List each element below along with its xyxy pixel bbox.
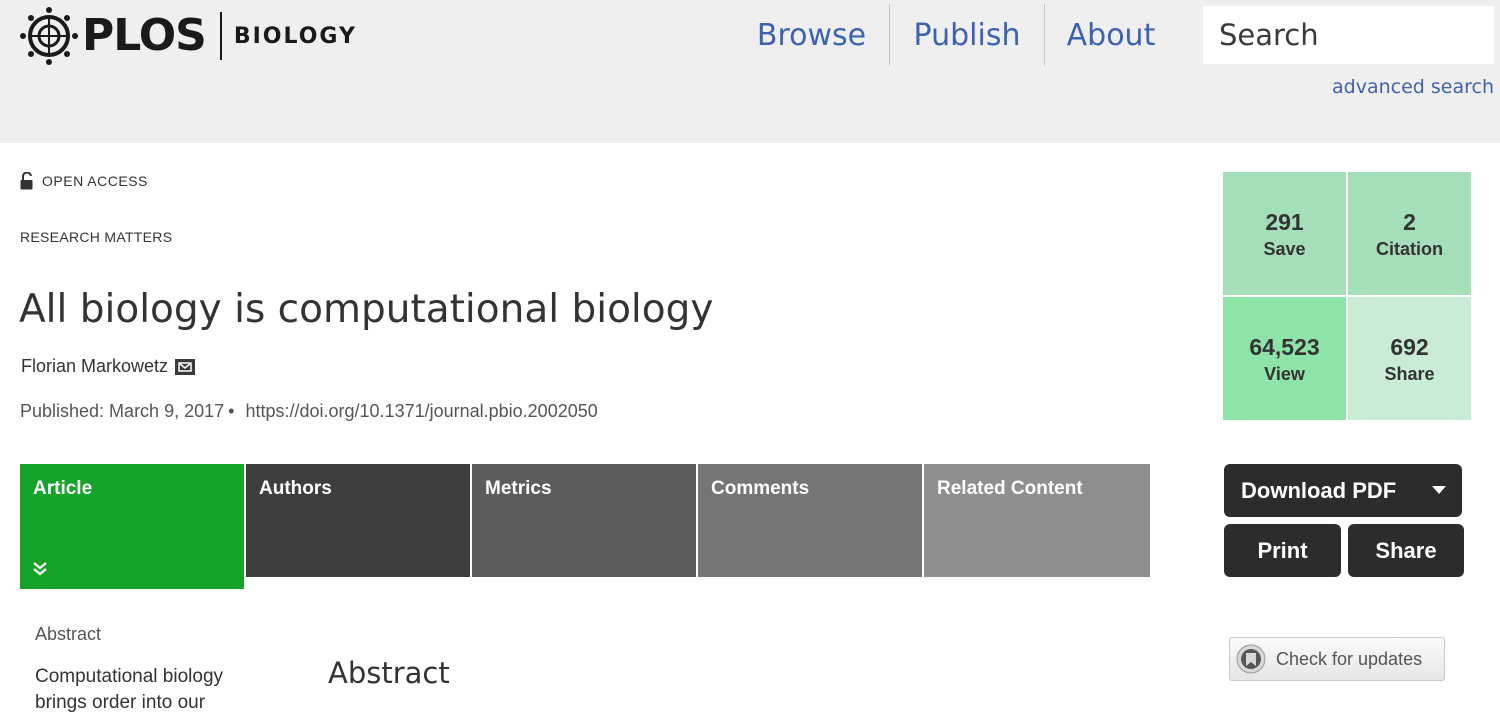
metric-share-label: Share (1384, 363, 1435, 384)
share-button[interactable]: Share (1348, 524, 1464, 577)
nav-about[interactable]: About (1045, 4, 1177, 66)
download-pdf-label: Download PDF (1241, 477, 1397, 503)
nav-publish[interactable]: Publish (890, 4, 1044, 66)
logo-text: PLOS (82, 10, 207, 61)
author-name[interactable]: Florian Markowetz (21, 356, 168, 377)
site-header: PLOS BIOLOGY Browse Publish About advanc… (0, 0, 1500, 143)
unlocked-lock-icon (20, 172, 33, 190)
tab-metrics[interactable]: Metrics (472, 464, 698, 577)
metric-save-value: 291 (1265, 208, 1304, 235)
tab-metrics-label: Metrics (485, 478, 552, 499)
metric-view-label: View (1264, 363, 1305, 384)
metric-citation[interactable]: 2 Citation (1348, 172, 1471, 295)
metric-citation-value: 2 (1403, 208, 1416, 235)
separator-bullet: • (228, 401, 235, 421)
download-pdf-button[interactable]: Download PDF (1224, 464, 1462, 517)
double-chevron-down-icon (33, 562, 47, 576)
abstract-heading: Abstract (328, 656, 450, 690)
metric-share-value: 692 (1390, 333, 1429, 360)
plos-logo[interactable]: PLOS BIOLOGY (18, 4, 357, 68)
check-for-updates-label: Check for updates (1276, 648, 1423, 669)
metric-view[interactable]: 64,523 View (1223, 297, 1346, 420)
search-input[interactable] (1203, 9, 1500, 61)
toc-abstract-link[interactable]: Abstract (35, 624, 101, 645)
main-nav: Browse Publish About (734, 4, 1177, 66)
article-title: All biology is computational biology (19, 287, 714, 332)
doi-link[interactable]: https://doi.org/10.1371/journal.pbio.200… (245, 401, 597, 421)
tab-related-content[interactable]: Related Content (924, 464, 1150, 577)
metric-save-label: Save (1263, 238, 1306, 259)
toc-snippet-link[interactable]: Computational biology brings order into … (35, 664, 255, 716)
caret-down-icon[interactable] (1432, 486, 1446, 495)
article-type: RESEARCH MATTERS (20, 229, 173, 245)
tab-authors[interactable]: Authors (246, 464, 472, 577)
open-access-badge: OPEN ACCESS (20, 172, 148, 190)
publication-info: Published: March 9, 2017 • https://doi.or… (20, 401, 598, 422)
advanced-search-link[interactable]: advanced search (1332, 76, 1494, 98)
tab-article[interactable]: Article (20, 464, 246, 589)
email-icon[interactable] (174, 358, 196, 376)
tab-related-content-label: Related Content (937, 478, 1083, 499)
metric-share[interactable]: 692 Share (1348, 297, 1471, 420)
tab-authors-label: Authors (259, 478, 332, 499)
journal-name: BIOLOGY (233, 23, 357, 49)
check-for-updates-button[interactable]: Check for updates (1229, 637, 1445, 681)
author-line: Florian Markowetz (21, 356, 196, 377)
tab-comments-label: Comments (711, 478, 810, 499)
article-tabs: Article Authors Metrics Comments Related… (20, 464, 1150, 589)
crossmark-icon (1236, 644, 1266, 674)
published-date: Published: March 9, 2017 (20, 401, 225, 421)
plos-logo-icon (20, 7, 78, 65)
metric-view-value: 64,523 (1249, 333, 1320, 360)
search-box (1203, 6, 1500, 64)
article-metrics: 291 Save 2 Citation 64,523 View 692 Shar… (1223, 172, 1471, 421)
logo-divider (219, 12, 222, 60)
print-button[interactable]: Print (1224, 524, 1341, 577)
open-access-label: OPEN ACCESS (42, 173, 148, 189)
metric-save[interactable]: 291 Save (1223, 172, 1346, 295)
tab-article-label: Article (33, 478, 93, 499)
metric-citation-label: Citation (1376, 238, 1443, 259)
tab-comments[interactable]: Comments (698, 464, 924, 577)
nav-browse[interactable]: Browse (734, 4, 889, 66)
